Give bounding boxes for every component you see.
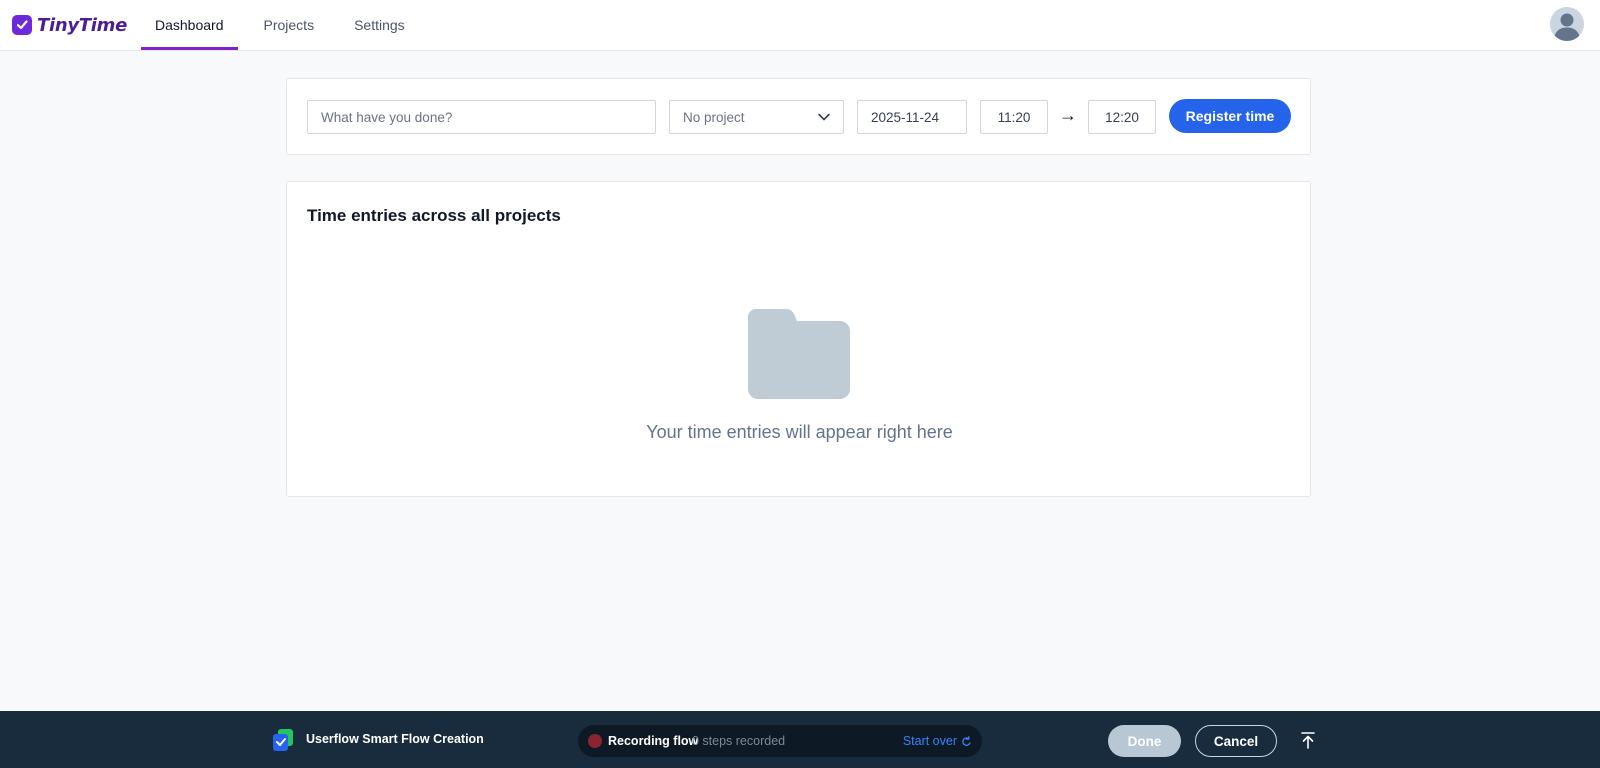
start-over-button[interactable]: Start over [903,734,972,748]
project-select-value: No project [683,109,745,125]
date-field[interactable]: 2025-11-24 [857,100,967,134]
description-field[interactable] [307,100,656,134]
register-time-button[interactable]: Register time [1169,99,1291,133]
project-select[interactable]: No project [669,100,844,134]
chevron-down-icon [818,113,830,121]
done-button[interactable]: Done [1108,725,1181,757]
start-time-value: 11:20 [997,109,1031,125]
entries-title: Time entries across all projects [307,206,561,225]
restart-icon [962,735,971,746]
flow-recording-bar: Userflow Smart Flow Creation Recording f… [0,711,1600,768]
date-value: 2025-11-24 [871,109,940,125]
app-name: TinyTime [37,14,128,36]
tab-settings[interactable]: Settings [340,0,419,50]
folder-icon [748,309,850,399]
userflow-logo-icon [273,729,293,751]
recorder-title: Userflow Smart Flow Creation [306,732,484,746]
record-dot-icon [588,734,602,748]
tab-dashboard[interactable]: Dashboard [141,0,238,50]
app-logo[interactable]: TinyTime [12,12,127,38]
recording-label: Recording flow [608,734,699,748]
start-time-field[interactable]: 11:20 [980,100,1048,134]
user-avatar[interactable] [1550,7,1584,41]
time-entries-panel: Time entries across all projects Your ti… [286,181,1311,497]
top-navigation-bar: TinyTime Dashboard Projects Settings [0,0,1600,51]
tab-projects[interactable]: Projects [250,0,329,50]
cancel-button[interactable]: Cancel [1195,725,1277,757]
end-time-value: 12:20 [1105,109,1139,125]
arrow-right-icon: → [1059,105,1077,125]
empty-state-message: Your time entries will appear right here [646,422,953,442]
main-tabs: Dashboard Projects Settings [141,0,431,51]
start-over-label: Start over [902,734,957,748]
collapse-up-icon[interactable] [1298,730,1318,750]
steps-count: 0 steps recorded [692,734,786,748]
user-icon [1550,7,1584,41]
description-input[interactable] [321,109,642,125]
end-time-field[interactable]: 12:20 [1088,100,1156,134]
logo-check-icon [12,15,32,35]
time-entry-form: No project 2025-11-24 11:20 → 12:20 Regi… [286,78,1311,155]
recording-status: Recording flow 0 steps recorded Start ov… [578,725,982,757]
